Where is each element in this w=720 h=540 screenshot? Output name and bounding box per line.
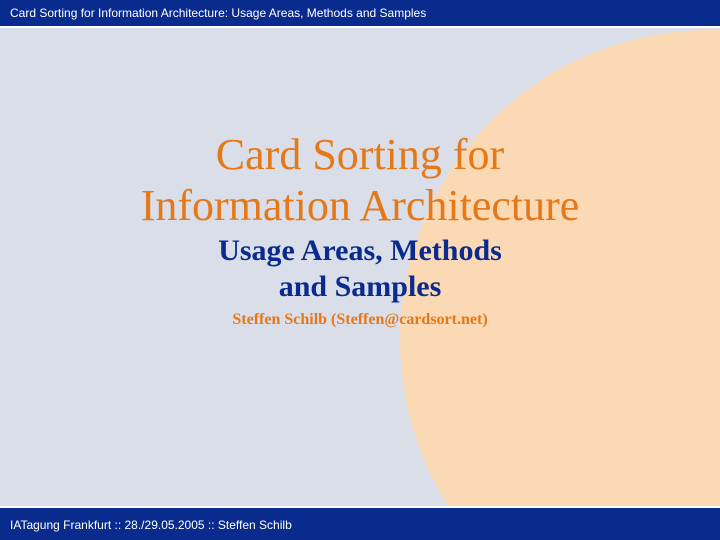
header-bar: Card Sorting for Information Architectur… (0, 0, 720, 28)
title-line-2: Information Architecture (141, 181, 580, 230)
slide-content: Card Sorting for Information Architectur… (0, 130, 720, 329)
header-text: Card Sorting for Information Architectur… (10, 6, 426, 20)
slide-title: Card Sorting for Information Architectur… (60, 130, 660, 231)
subtitle-line-2: and Samples (279, 270, 442, 303)
slide: Card Sorting for Information Architectur… (0, 0, 720, 540)
author-line: Steffen Schilb (Steffen@cardsort.net) (60, 311, 660, 329)
footer-text: IATagung Frankfurt :: 28./29.05.2005 :: … (10, 518, 292, 532)
slide-subtitle: Usage Areas, Methods and Samples (60, 233, 660, 305)
subtitle-line-1: Usage Areas, Methods (218, 234, 502, 267)
footer-bar: IATagung Frankfurt :: 28./29.05.2005 :: … (0, 506, 720, 540)
title-line-1: Card Sorting for (216, 130, 504, 179)
